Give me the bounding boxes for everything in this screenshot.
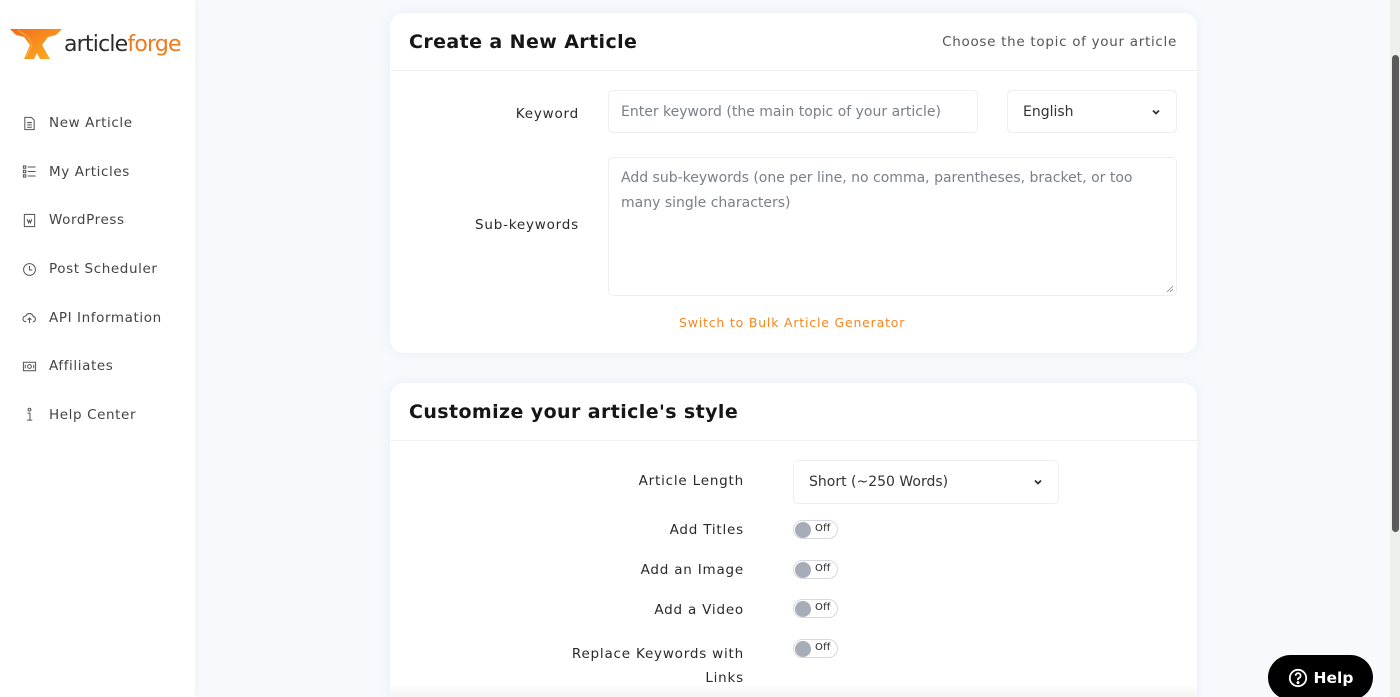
toggle-state: Off (815, 563, 831, 574)
toggle-knob (795, 641, 811, 657)
sidebar-item-wordpress[interactable]: WordPress (0, 196, 195, 245)
sidebar-item-label: Affiliates (49, 358, 114, 375)
toggle-state: Off (815, 602, 831, 613)
toggle-knob (795, 601, 811, 617)
add-image-toggle[interactable]: Off (793, 560, 838, 579)
article-length-select[interactable]: Short (~250 Words) (793, 460, 1059, 504)
subkeywords-placeholder: Add sub-keywords (one per line, no comma… (621, 170, 1133, 211)
sidebar-item-help-center[interactable]: Help Center (0, 391, 195, 440)
add-titles-toggle[interactable]: Off (793, 520, 838, 539)
language-select[interactable]: English (1007, 90, 1177, 133)
sidebar-item-label: New Article (49, 115, 133, 132)
add-video-label: Add a Video (654, 602, 744, 618)
sidebar-item-label: Post Scheduler (49, 261, 158, 278)
wordpress-icon (21, 212, 37, 228)
question-circle-icon (1288, 668, 1307, 687)
help-button[interactable]: Help (1268, 655, 1373, 697)
sidebar-item-label: API Information (49, 309, 162, 326)
keyword-label: Keyword (515, 106, 579, 122)
sidebar: articleforge New Article My Articles Wor… (0, 0, 195, 697)
resize-handle-icon[interactable] (1166, 285, 1174, 293)
create-article-header: Create a New Article Choose the topic of… (390, 13, 1197, 71)
document-icon (21, 115, 37, 131)
replace-keywords-label: Replace Keywords with Links (571, 646, 744, 686)
info-icon (21, 407, 37, 423)
toggle-state: Off (815, 642, 831, 653)
sidebar-item-label: Help Center (49, 406, 137, 423)
subkeywords-label: Sub-keywords (474, 217, 579, 233)
money-icon (21, 358, 37, 374)
logo-text-article: article (64, 31, 128, 57)
add-video-toggle[interactable]: Off (793, 599, 838, 618)
add-titles-label: Add Titles (669, 522, 744, 538)
chevron-down-icon (1152, 109, 1160, 115)
sidebar-item-new-article[interactable]: New Article (0, 99, 195, 148)
sidebar-item-post-scheduler[interactable]: Post Scheduler (0, 245, 195, 294)
article-length-label: Article Length (638, 473, 744, 489)
cloud-upload-icon (21, 310, 37, 326)
logo[interactable]: articleforge (10, 26, 182, 62)
create-article-card: Create a New Article Choose the topic of… (390, 13, 1197, 353)
sidebar-item-affiliates[interactable]: Affiliates (0, 342, 195, 391)
language-selected-value: English (1023, 103, 1074, 120)
help-button-label: Help (1313, 668, 1354, 687)
subkeywords-textarea[interactable]: Add sub-keywords (one per line, no comma… (608, 157, 1177, 296)
sidebar-item-my-articles[interactable]: My Articles (0, 148, 195, 197)
sidebar-item-label: WordPress (49, 212, 125, 229)
sidebar-item-api-information[interactable]: API Information (0, 293, 195, 342)
customize-style-card: Customize your article's style Article L… (390, 383, 1197, 697)
switch-to-bulk-generator-link[interactable]: Switch to Bulk Article Generator (679, 315, 905, 330)
logo-text: articleforge (64, 31, 182, 57)
article-length-selected-value: Short (~250 Words) (809, 474, 949, 490)
bottom-fade (390, 684, 1197, 697)
add-image-label: Add an Image (640, 562, 744, 578)
toggle-knob (795, 522, 811, 538)
sidebar-item-label: My Articles (49, 163, 130, 180)
keyword-placeholder: Enter keyword (the main topic of your ar… (621, 103, 941, 120)
sidebar-nav: New Article My Articles WordPress Post S… (0, 99, 195, 439)
keyword-input[interactable]: Enter keyword (the main topic of your ar… (608, 90, 978, 133)
chevron-down-icon (1034, 479, 1042, 485)
toggle-state: Off (815, 523, 831, 534)
anvil-logo-icon (10, 29, 62, 59)
customize-style-header: Customize your article's style (390, 383, 1197, 441)
clock-icon (21, 261, 37, 277)
create-article-title: Create a New Article (409, 30, 638, 53)
toggle-knob (795, 562, 811, 578)
customize-style-title: Customize your article's style (409, 400, 739, 423)
scrollbar-thumb[interactable] (1392, 55, 1399, 532)
replace-keywords-toggle[interactable]: Off (793, 639, 838, 658)
logo-text-forge: forge (127, 31, 181, 57)
list-icon (21, 164, 37, 180)
create-article-subtitle: Choose the topic of your article (942, 33, 1177, 50)
